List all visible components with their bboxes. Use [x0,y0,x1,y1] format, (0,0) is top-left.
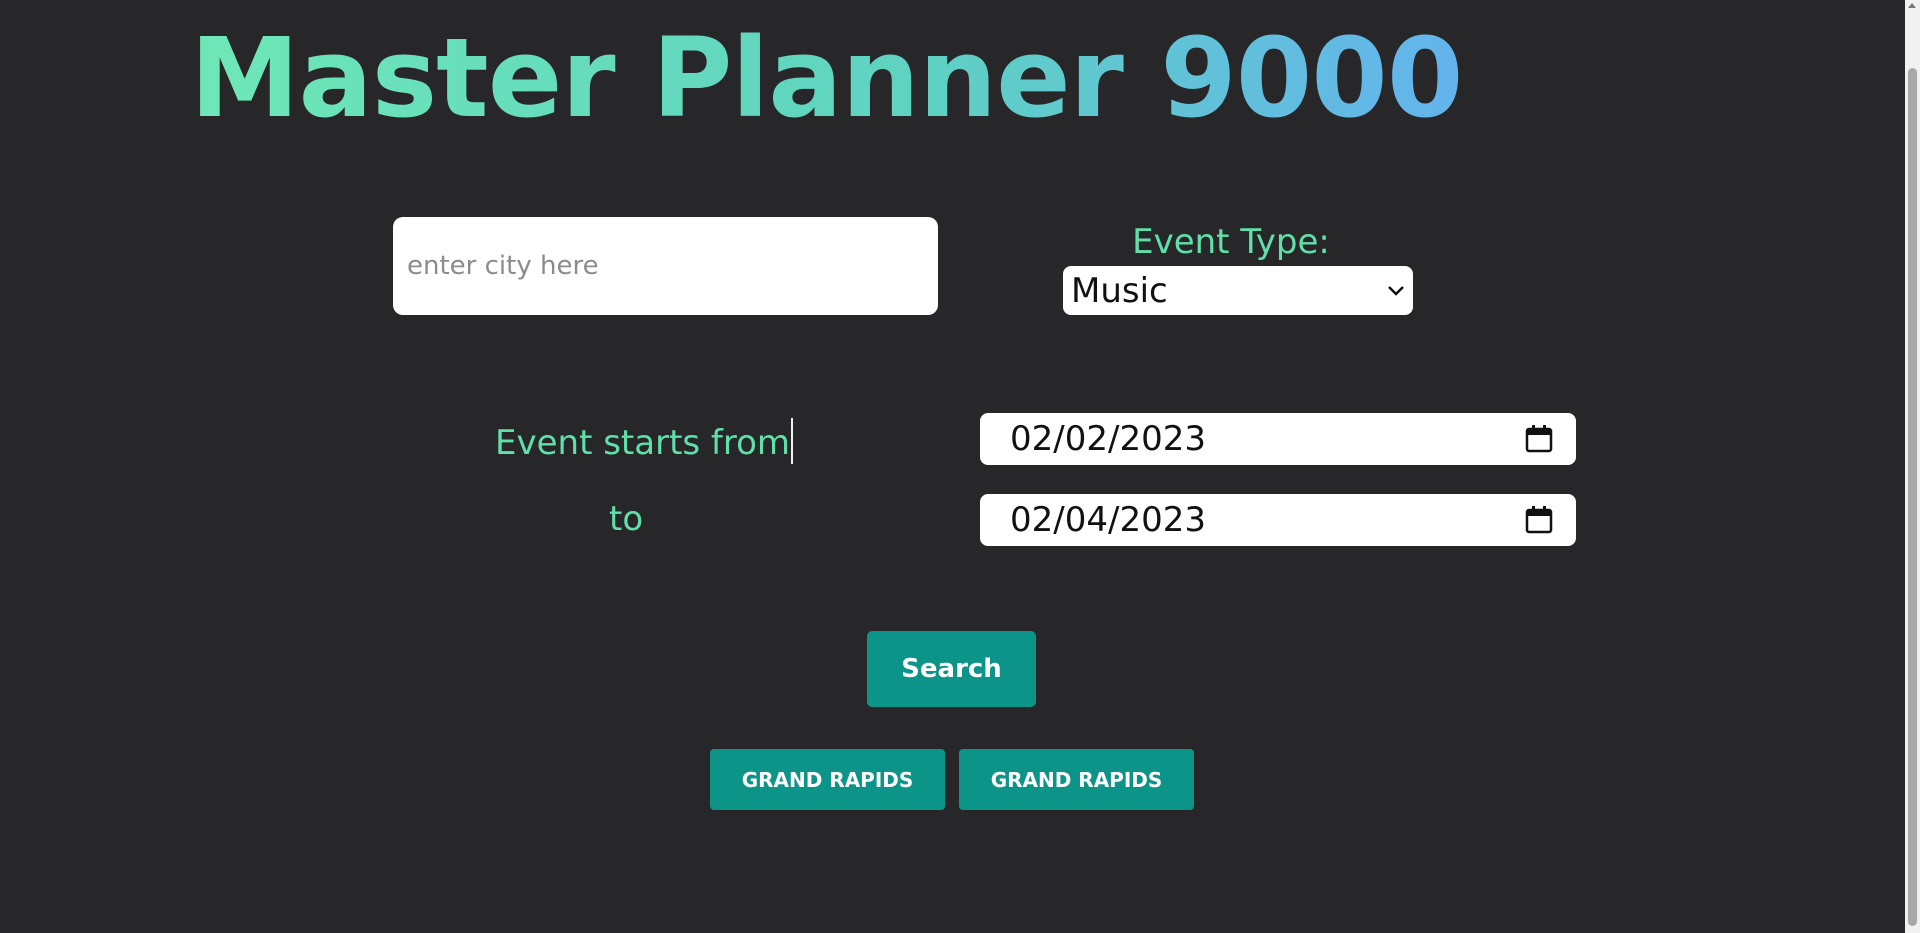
recent-search-button[interactable]: GRAND RAPIDS [710,749,945,810]
scroll-up-arrow-icon[interactable] [1908,3,1916,8]
end-date-label: to [609,499,644,539]
city-search-input[interactable] [393,217,938,315]
scrollbar-thumb[interactable] [1908,68,1917,926]
event-type-selected-value: Music [1071,270,1168,311]
chevron-down-icon [1388,285,1404,296]
event-type-select[interactable]: Music [1063,266,1413,315]
end-date-value: 02/04/2023 [1010,500,1206,540]
event-type-label: Event Type: [1132,222,1330,262]
start-date-label-text: Event starts from [495,423,791,463]
recent-search-button[interactable]: GRAND RAPIDS [959,749,1194,810]
start-date-input[interactable]: 02/02/2023 [980,413,1576,465]
vertical-scrollbar[interactable] [1905,0,1920,933]
app-title: Master Planner 9000 [190,14,1463,142]
page: Master Planner 9000 Event Type: Music Ev… [0,0,1920,933]
search-button[interactable]: Search [867,631,1036,707]
start-date-value: 02/02/2023 [1010,419,1206,459]
start-date-label: Event starts from [495,418,794,464]
calendar-icon[interactable] [1524,424,1554,454]
end-date-input[interactable]: 02/04/2023 [980,494,1576,546]
text-caret [791,418,794,464]
calendar-icon[interactable] [1524,505,1554,535]
